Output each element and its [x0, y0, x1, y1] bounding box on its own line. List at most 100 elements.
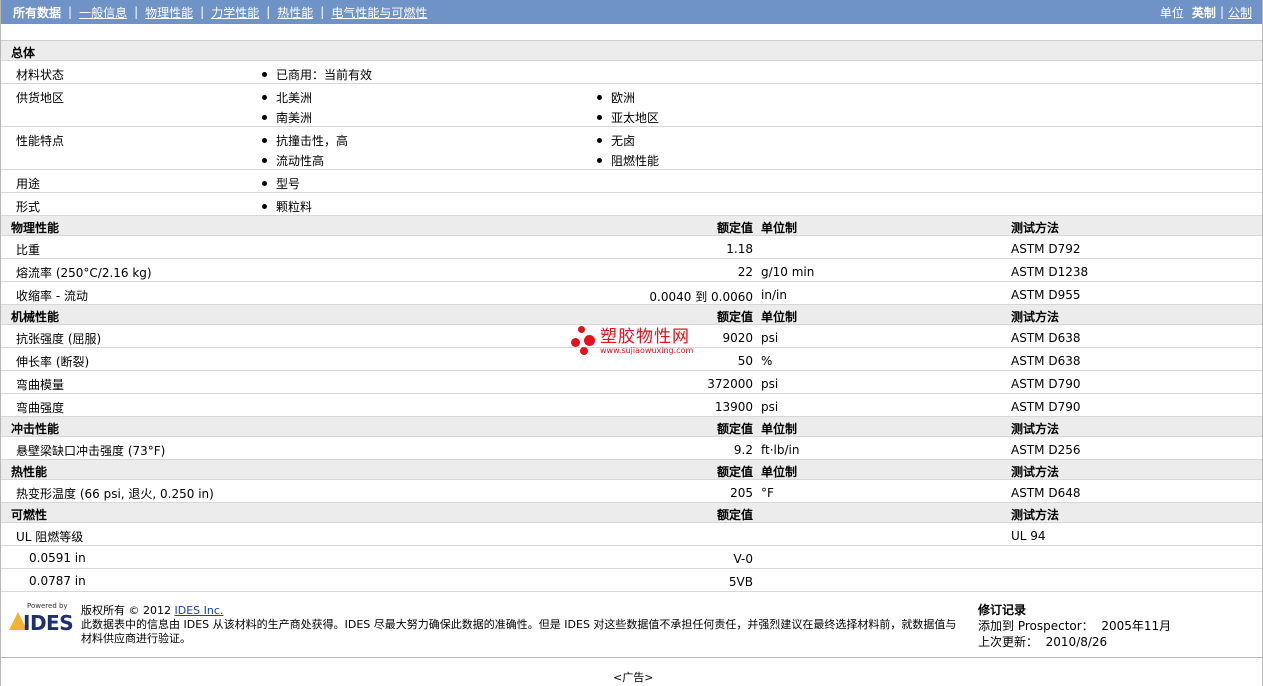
- tab-mechanical[interactable]: 力学性能: [211, 4, 259, 21]
- property-name: 抗张强度 (屈服): [16, 332, 102, 346]
- test-method: ASTM D790: [1011, 400, 1081, 414]
- list-item: 欧洲: [597, 89, 635, 106]
- watermark-url: www.sujiaowuxing.com: [600, 345, 694, 355]
- bullet-icon: [597, 115, 602, 120]
- item-text: 已商用：当前有效: [276, 68, 373, 82]
- watermark-dots-icon: [571, 326, 597, 356]
- item-text: 型号: [276, 177, 301, 191]
- disclaimer-text: 此数据表中的信息由 IDES 从该材料的生产商处获得。IDES 尽最大努力确保此…: [81, 618, 957, 645]
- item-text: 南美洲: [276, 111, 313, 125]
- property-name: 弯曲模量: [16, 378, 65, 392]
- property-unit: g/10 min: [761, 265, 815, 279]
- list-item: 亚太地区: [597, 109, 659, 126]
- ides-link[interactable]: IDES Inc.: [175, 604, 224, 617]
- property-unit: °F: [761, 486, 774, 500]
- row-label: 供货地区: [16, 91, 65, 105]
- powered-by-text: Powered by: [27, 602, 68, 610]
- bullet-icon: [262, 95, 267, 100]
- table-row: 弯曲强度 13900 psi ASTM D790: [1, 394, 1262, 417]
- test-method: ASTM D648: [1011, 486, 1081, 500]
- table-row: 熔流率 (250°C/2.16 kg) 22 g/10 min ASTM D12…: [1, 259, 1262, 282]
- property-name: 弯曲强度: [16, 401, 65, 415]
- test-method: ASTM D638: [1011, 331, 1081, 345]
- nav-tabs: 所有数据 | 一般信息 | 物理性能 | 力学性能 | 热性能 | 电气性能与可…: [13, 4, 427, 21]
- tab-general-info[interactable]: 一般信息: [79, 4, 127, 21]
- header-unit: 单位制: [761, 422, 798, 436]
- row-label: 性能特点: [16, 134, 65, 148]
- bullet-icon: [597, 95, 602, 100]
- section-title: 机械性能: [11, 310, 60, 324]
- ad-label: <广告>: [613, 671, 654, 684]
- row-form: 形式 颗粒料: [1, 193, 1262, 216]
- watermark-logo: 塑胶物性网 www.sujiaowuxing.com: [571, 326, 693, 356]
- header-rated: 额定值: [716, 221, 753, 235]
- section-header-physical: 物理性能 额定值 单位制 测试方法: [1, 216, 1262, 236]
- property-unit: in/in: [761, 288, 787, 302]
- item-text: 颗粒料: [276, 200, 313, 214]
- item-text: 阻燃性能: [611, 154, 660, 168]
- tab-thermal[interactable]: 热性能: [277, 4, 313, 21]
- table-row: 悬壁梁缺口冲击强度 (73°F) 9.2 ft·lb/in ASTM D256: [1, 437, 1262, 460]
- ides-logo-text: IDES: [23, 611, 74, 635]
- nav-separator: |: [1219, 5, 1224, 19]
- test-method: ASTM D955: [1011, 288, 1081, 302]
- property-name: 熔流率 (250°C/2.16 kg): [16, 266, 152, 280]
- tab-all-data[interactable]: 所有数据: [13, 4, 61, 21]
- section-title: 冲击性能: [11, 422, 60, 436]
- tab-physical[interactable]: 物理性能: [145, 4, 193, 21]
- table-row: UL 阻燃等级 UL 94: [1, 523, 1262, 546]
- unit-switcher: 单位 英制 | 公制: [1160, 4, 1252, 21]
- tab-electrical-flammability[interactable]: 电气性能与可燃性: [331, 4, 427, 21]
- header-test: 测试方法: [1011, 465, 1060, 479]
- property-unit: psi: [761, 331, 779, 345]
- list-item: 无卤: [597, 132, 635, 149]
- property-name: 0.0591 in: [29, 551, 86, 565]
- property-name: 收缩率 - 流动: [16, 289, 88, 303]
- table-row: 0.0591 in V-0: [1, 546, 1262, 569]
- footer: Powered by IDES 版权所有 © 2012 IDES Inc. 此数…: [1, 598, 1262, 658]
- header-test: 测试方法: [1011, 310, 1060, 324]
- bullet-icon: [262, 204, 267, 209]
- test-method: ASTM D256: [1011, 443, 1081, 457]
- item-text: 亚太地区: [611, 111, 660, 125]
- test-method: ASTM D1238: [1011, 265, 1089, 279]
- table-row: 弯曲模量 372000 psi ASTM D790: [1, 371, 1262, 394]
- datasheet-page: 所有数据 | 一般信息 | 物理性能 | 力学性能 | 热性能 | 电气性能与可…: [0, 0, 1263, 686]
- bullet-icon: [262, 138, 267, 143]
- bullet-icon: [262, 158, 267, 163]
- section-header-mechanical: 机械性能 额定值 单位制 测试方法: [1, 305, 1262, 325]
- list-item: 抗撞击性，高: [262, 132, 348, 149]
- ides-logo: Powered by IDES: [9, 602, 74, 635]
- test-method: ASTM D790: [1011, 377, 1081, 391]
- property-value: 1.18: [726, 242, 753, 256]
- property-unit: ft·lb/in: [761, 443, 800, 457]
- row-features: 性能特点 抗撞击性，高 无卤 流动性高 阻燃性能: [1, 127, 1262, 170]
- item-text: 欧洲: [611, 91, 636, 105]
- property-name: 伸长率 (断裂): [16, 355, 90, 369]
- header-unit: 单位制: [761, 465, 798, 479]
- property-value: 22: [737, 265, 753, 279]
- updated-value: 2010/8/26: [1045, 635, 1108, 649]
- table-row: 比重 1.18 ASTM D792: [1, 236, 1262, 259]
- header-rated: 额定值: [716, 465, 753, 479]
- nav-separator: |: [68, 5, 73, 19]
- bullet-icon: [597, 138, 602, 143]
- copyright-block: 版权所有 © 2012 IDES Inc. 此数据表中的信息由 IDES 从该材…: [81, 604, 961, 646]
- property-name: 比重: [16, 243, 41, 257]
- property-name: UL 阻燃等级: [16, 530, 84, 544]
- header-rated: 额定值: [716, 508, 753, 522]
- nav-separator: |: [200, 5, 205, 19]
- property-unit: psi: [761, 377, 779, 391]
- header-test: 测试方法: [1011, 221, 1060, 235]
- list-item: 北美洲: [262, 89, 312, 106]
- property-name: 0.0787 in: [29, 574, 86, 588]
- list-item: 流动性高: [262, 152, 324, 169]
- row-label: 形式: [16, 200, 41, 214]
- bullet-icon: [262, 181, 267, 186]
- section-title: 可燃性: [11, 508, 48, 522]
- section-header-flammability: 可燃性 额定值 测试方法: [1, 503, 1262, 523]
- unit-metric-link[interactable]: 公制: [1228, 4, 1252, 21]
- property-value: 9020: [722, 331, 753, 345]
- nav-separator: |: [320, 5, 325, 19]
- section-header-thermal: 热性能 额定值 单位制 测试方法: [1, 460, 1262, 480]
